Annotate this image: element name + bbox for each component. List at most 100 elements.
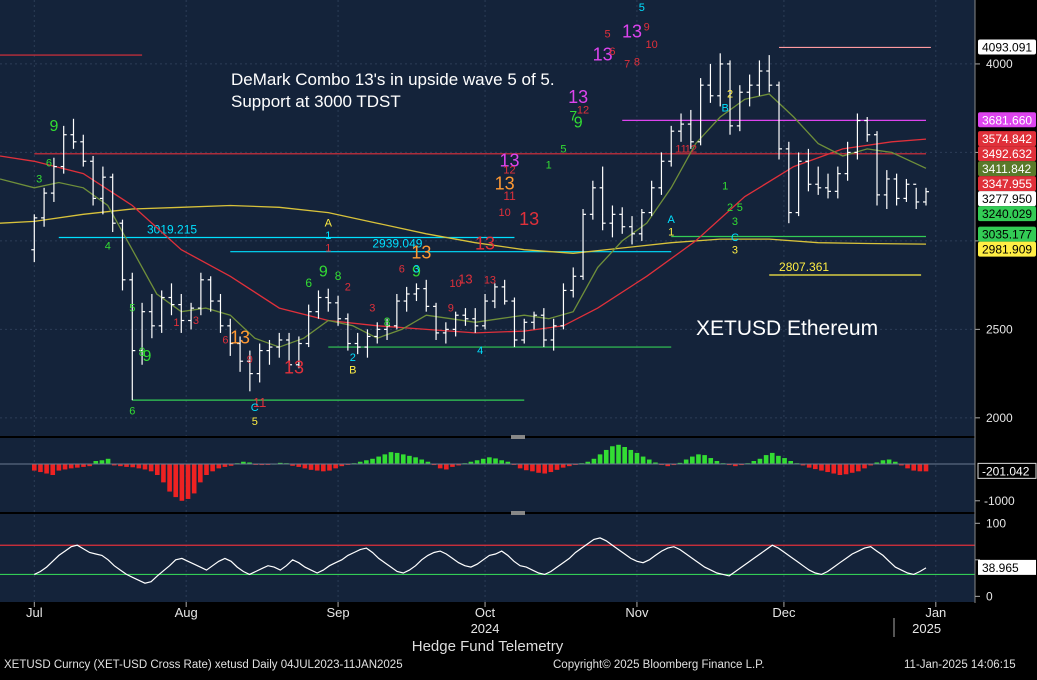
demark-marker: 13 [230, 328, 250, 348]
macd-bar [560, 463, 566, 468]
macd-bar [646, 459, 652, 464]
macd-bar [603, 449, 609, 464]
footer-bar: XETUSD Curncy (XET-USD Cross Rate) xetus… [0, 657, 1037, 675]
right-axis-label: 3681.660 [978, 112, 1036, 128]
macd-bar [499, 460, 504, 464]
demark-marker: 3 [732, 244, 738, 256]
macd-bar [437, 463, 443, 469]
rsi-last-label: 38.965 [978, 559, 1036, 575]
right-axis-label-text: 3574.842 [982, 132, 1032, 146]
macd-bar [191, 463, 197, 494]
right-axis-label: 3035.177 [978, 226, 1036, 242]
demark-marker: C [731, 232, 739, 244]
right-axis-label-text: 2981.909 [982, 243, 1032, 257]
right-axis-label-text: 3492.632 [982, 147, 1032, 161]
macd-bar [413, 457, 418, 464]
macd-bar [911, 463, 917, 471]
demark-marker: 7 [624, 58, 630, 70]
macd-bar [400, 454, 406, 464]
macd-bar [419, 459, 425, 464]
demark-marker: C [251, 402, 259, 414]
right-axis-label-text: 3240.029 [982, 207, 1032, 221]
hedge-fund-telemetry-label: Hedge Fund Telemetry [411, 638, 564, 655]
demark-marker: 9 [319, 263, 328, 280]
macd-bar [327, 463, 332, 471]
demark-marker: 8 [335, 269, 342, 283]
demark-marker: 6 [609, 46, 615, 58]
demark-marker: 12 [685, 143, 697, 155]
macd-bar [825, 463, 830, 473]
macd-bar [548, 463, 554, 473]
demark-marker: 4 [477, 345, 483, 357]
price-tick-label: 2500 [986, 322, 1013, 336]
demark-marker: 9 [143, 348, 152, 365]
macd-bar [154, 463, 160, 475]
macd-bar [302, 463, 308, 469]
macd-bar [161, 463, 166, 483]
macd-last-label: -201.042 [977, 462, 1037, 479]
demark-marker: 5 [737, 202, 743, 214]
demark-marker: 1 [668, 227, 674, 239]
macd-bar [905, 463, 910, 469]
rsi-tick-label: 100 [986, 516, 1006, 530]
demark-marker: 4 [105, 241, 111, 253]
month-label: Jan [925, 605, 946, 620]
macd-bar [708, 458, 714, 464]
macd-bar [56, 463, 62, 471]
macd-bar [517, 463, 523, 469]
footer-timestamp: 11-Jan-2025 14:06:15 [904, 659, 1016, 671]
right-axis-label-text: 3347.955 [982, 177, 1032, 191]
demark-marker: 10 [646, 39, 658, 51]
macd-bar [923, 463, 929, 472]
demark-marker: 3 [36, 173, 42, 185]
macd-bar [105, 458, 111, 464]
macd-bar [480, 458, 486, 464]
macd-bar [204, 463, 209, 475]
demark-marker: 11 [503, 189, 516, 203]
macd-bar [210, 463, 215, 472]
macd-panel-bg [0, 438, 975, 512]
footer-security: XETUSD Curncy (XET-USD Cross Rate) xetus… [4, 659, 403, 671]
macd-bar [917, 463, 923, 472]
demark-marker: 13 [484, 274, 496, 286]
macd-bar [769, 452, 775, 464]
demark-marker: 13 [475, 234, 495, 254]
macd-bar [843, 463, 849, 475]
panel-divider-handle [511, 511, 525, 515]
macd-bar [862, 463, 867, 469]
macd-bar [407, 455, 412, 464]
macd-bar [696, 454, 701, 464]
chart-stage: 3019.215 2939.049 2807.361 9 6 3 6 8 9 5 4 1 3 6 13 9 1… [0, 0, 1037, 675]
right-axis-label: 3347.955 [978, 176, 1036, 192]
macd-bar [622, 447, 627, 464]
macd-bar [554, 463, 560, 470]
price-tick-label: 2000 [986, 411, 1013, 425]
macd-last-label-text: -201.042 [982, 464, 1030, 478]
macd-bar [493, 458, 498, 464]
macd-bar [819, 463, 824, 471]
month-label: Dec [772, 605, 796, 620]
macd-bar [616, 444, 621, 464]
demark-marker: B [349, 365, 356, 377]
demark-marker: 1 [325, 230, 331, 242]
demark-marker: 10 [499, 207, 511, 219]
macd-tick-label: -1000 [984, 494, 1015, 508]
macd-bar [333, 463, 338, 469]
price-tick-label: 4000 [986, 57, 1013, 71]
right-axis-label: 3574.842 [978, 131, 1036, 147]
demark-marker: A [325, 218, 333, 230]
macd-bar [831, 463, 837, 474]
macd-bar [640, 456, 646, 464]
right-axis-label-text: 3035.177 [982, 228, 1032, 242]
footer-copyright: Copyright© 2025 Bloomberg Finance L.P. [553, 659, 765, 671]
month-label: Oct [475, 605, 496, 620]
demark-marker: B [721, 103, 728, 115]
macd-bar [856, 463, 861, 472]
macd-bar [142, 463, 148, 470]
demark-marker: 3 [413, 264, 419, 276]
macd-bar [198, 463, 203, 483]
right-axis-label: 3277.950 [978, 191, 1036, 207]
axis-bg [975, 0, 1037, 603]
macd-bar [806, 463, 812, 468]
demark-marker: 6 [399, 264, 405, 276]
